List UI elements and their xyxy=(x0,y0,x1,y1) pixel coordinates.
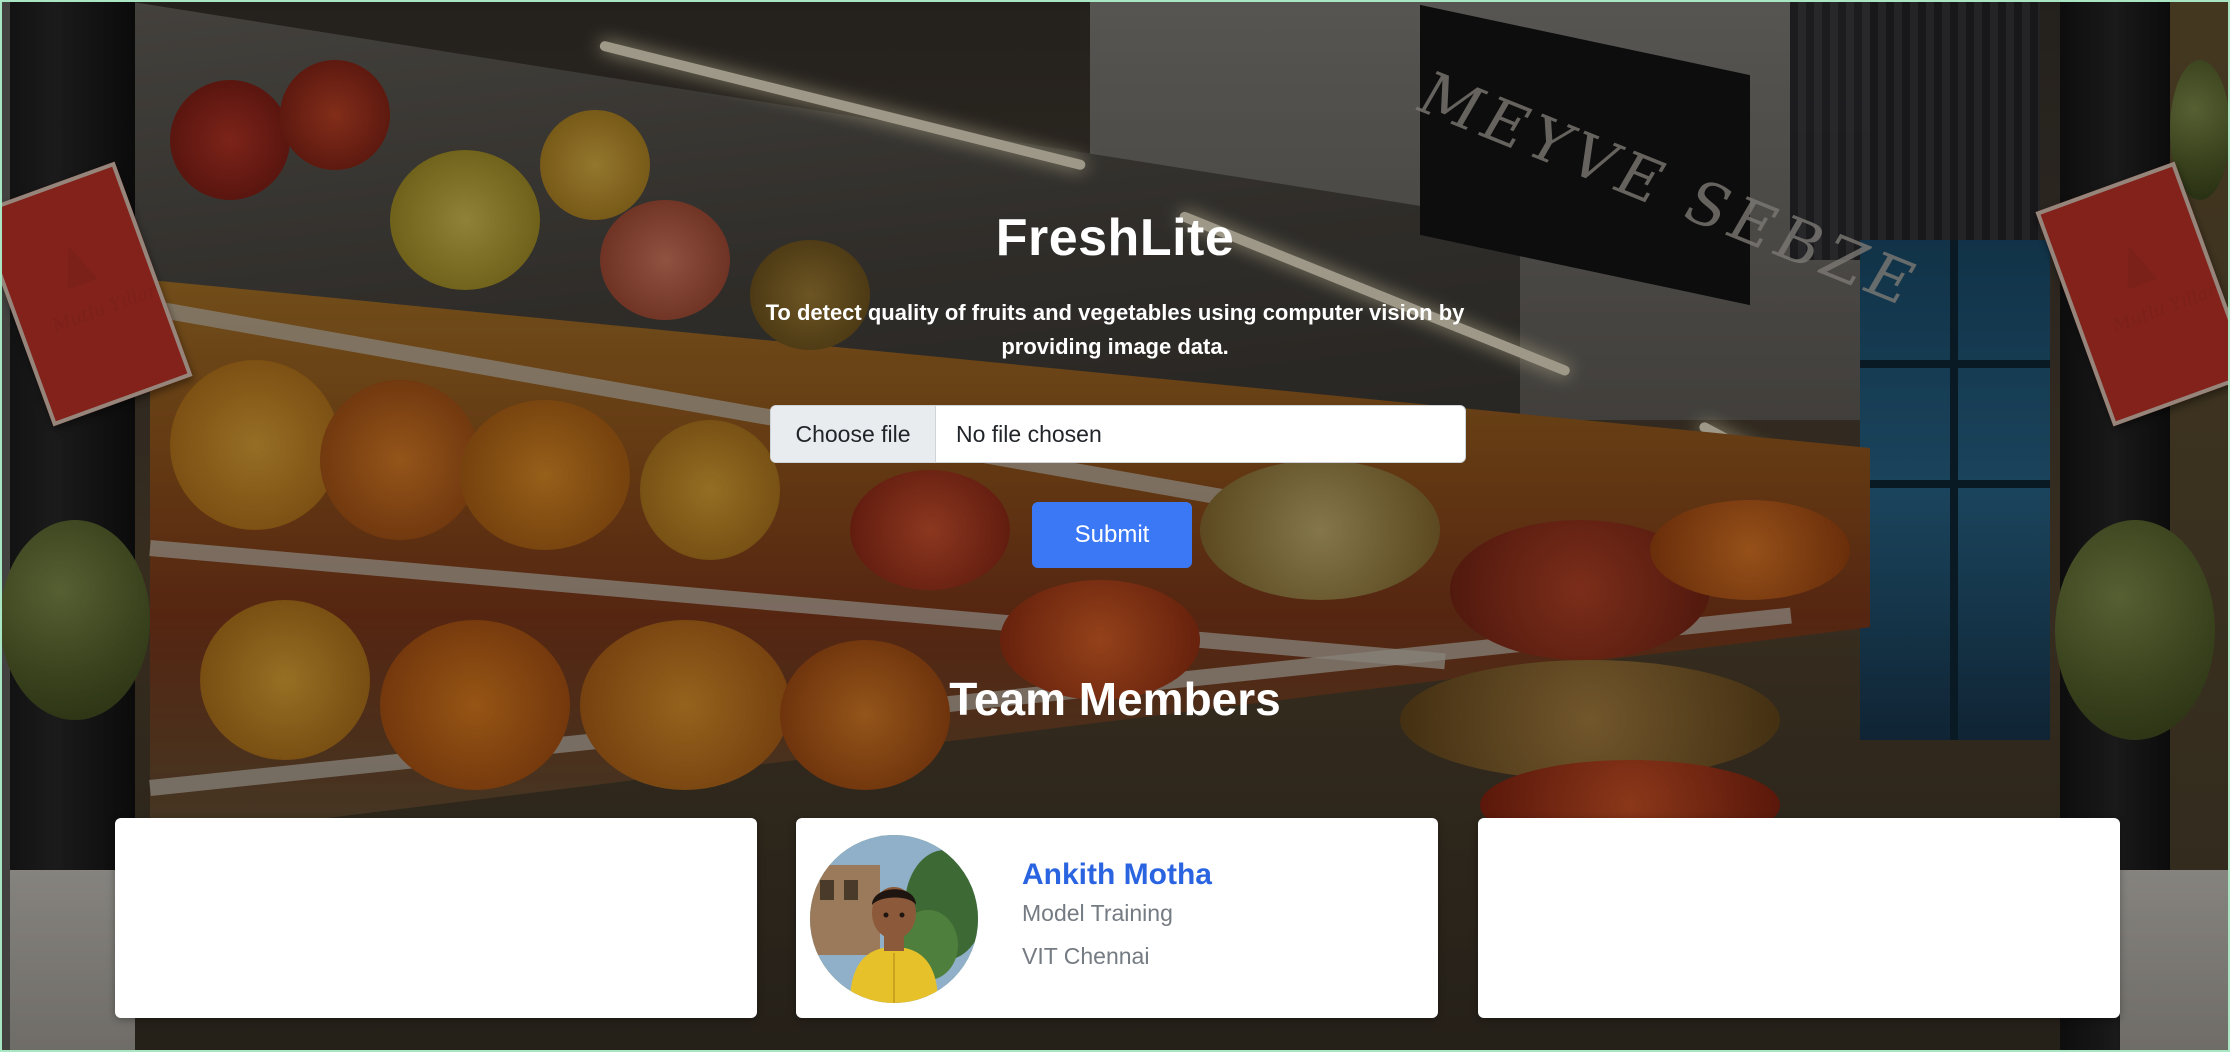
file-upload-input[interactable]: Choose file No file chosen xyxy=(770,405,1466,463)
team-card-empty-1 xyxy=(115,818,757,1018)
team-heading: Team Members xyxy=(949,673,1281,725)
team-card: Ankith Motha Model Training VIT Chennai xyxy=(796,818,1438,1018)
member-school: VIT Chennai xyxy=(1022,943,1150,969)
main-content: FreshLite To detect quality of fruits an… xyxy=(0,0,2230,1052)
team-card-empty-2 xyxy=(1478,818,2120,1018)
person-avatar-icon xyxy=(810,835,978,1003)
submit-button[interactable]: Submit xyxy=(1032,502,1192,568)
app-title: FreshLite xyxy=(995,209,1235,267)
app-subtitle: To detect quality of fruits and vegetabl… xyxy=(765,300,1465,360)
file-status-text: No file chosen xyxy=(956,420,1102,447)
member-role: Model Training xyxy=(1022,900,1173,926)
member-name-link[interactable]: Ankith Motha xyxy=(1022,858,1212,892)
choose-file-button[interactable]: Choose file xyxy=(771,406,936,462)
